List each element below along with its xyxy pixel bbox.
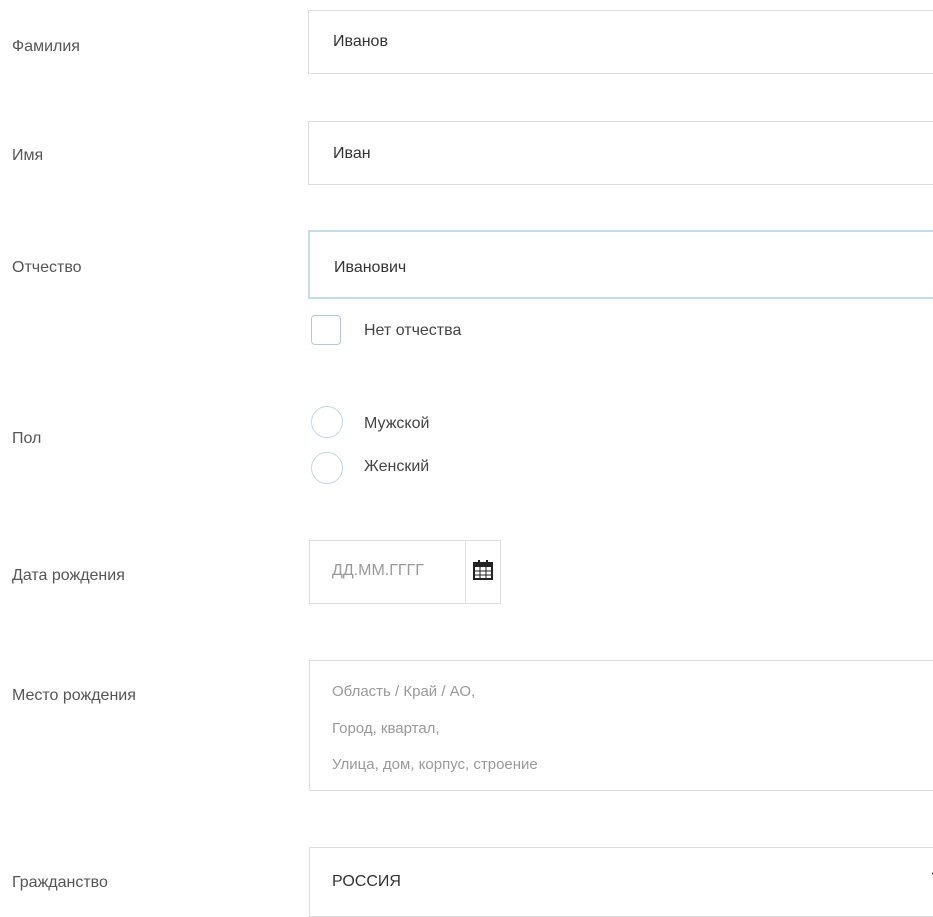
birth-date-placeholder: ДД.ММ.ГГГГ (332, 562, 424, 579)
last-name-input[interactable]: Иванов (308, 10, 933, 74)
last-name-value: Иванов (333, 33, 388, 50)
birth-place-placeholder-line-2: Город, квартал, (332, 720, 440, 737)
citizenship-select[interactable]: РОССИЯ ▼ (309, 847, 933, 917)
gender-female-radio[interactable] (311, 452, 343, 484)
no-patronymic-checkbox[interactable] (311, 315, 341, 345)
birth-place-label: Место рождения (12, 687, 136, 704)
patronymic-value: Иванович (334, 259, 407, 276)
gender-label: Пол (12, 430, 42, 447)
last-name-label: Фамилия (12, 38, 80, 55)
citizenship-label: Гражданство (12, 874, 108, 891)
patronymic-label: Отчество (12, 259, 82, 276)
date-field-divider (465, 541, 466, 603)
birth-date-label: Дата рождения (12, 567, 125, 584)
chevron-down-icon[interactable]: ▼ (929, 868, 933, 883)
birth-place-placeholder-line-1: Область / Край / АО, (332, 683, 476, 700)
patronymic-input[interactable]: Иванович (308, 230, 933, 299)
gender-male-radio[interactable] (311, 406, 343, 438)
first-name-value: Иван (333, 145, 371, 162)
first-name-input[interactable]: Иван (308, 121, 933, 185)
first-name-label: Имя (12, 147, 44, 164)
birth-date-field[interactable]: ДД.ММ.ГГГГ (309, 540, 501, 604)
gender-male-label: Мужской (364, 415, 430, 432)
birth-place-placeholder-line-3: Улица, дом, корпус, строение (332, 756, 538, 773)
no-patronymic-label: Нет отчества (364, 322, 462, 339)
citizenship-value: РОССИЯ (332, 873, 401, 890)
birth-place-textarea[interactable]: Область / Край / АО, Город, квартал, Ули… (309, 660, 933, 791)
calendar-icon[interactable] (472, 559, 494, 581)
gender-female-label: Женский (364, 458, 430, 475)
